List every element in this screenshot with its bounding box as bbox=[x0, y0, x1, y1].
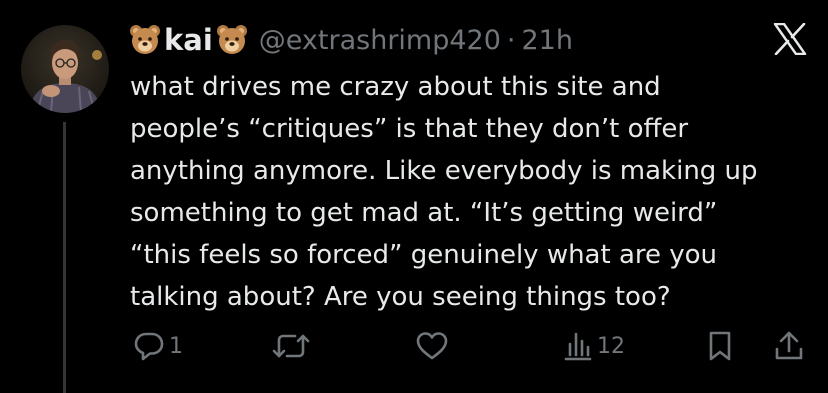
views-button[interactable]: 12 bbox=[563, 328, 625, 364]
views-icon bbox=[564, 332, 592, 361]
x-logo-icon bbox=[773, 22, 807, 56]
bear-face-emoji bbox=[128, 23, 162, 57]
share-button[interactable] bbox=[773, 328, 805, 364]
user-handle[interactable]: @extrashrimp420 bbox=[259, 25, 501, 56]
display-name[interactable]: kai bbox=[164, 23, 213, 57]
like-button[interactable] bbox=[415, 328, 453, 364]
reply-button[interactable]: 1 bbox=[133, 328, 183, 364]
repost-icon bbox=[272, 334, 310, 358]
profile-photo bbox=[21, 25, 109, 113]
bookmark-button[interactable] bbox=[706, 328, 734, 364]
timestamp[interactable]: 21h bbox=[522, 25, 573, 56]
tweet-text: what drives me crazy about this site and… bbox=[130, 72, 758, 312]
tweet-header: kai @extrashrimp420 · 21h bbox=[128, 20, 573, 60]
tweet[interactable]: kai @extrashrimp420 · 21h what drives me… bbox=[0, 0, 828, 393]
thread-line bbox=[63, 122, 66, 393]
share-icon bbox=[775, 331, 803, 360]
repost-button[interactable] bbox=[271, 328, 315, 364]
reply-count: 1 bbox=[169, 333, 183, 359]
bear-face-emoji bbox=[215, 23, 249, 57]
views-count: 12 bbox=[597, 333, 625, 359]
bookmark-icon bbox=[709, 331, 731, 361]
reply-icon bbox=[134, 332, 164, 361]
avatar[interactable] bbox=[21, 25, 109, 113]
heart-icon bbox=[416, 332, 448, 360]
separator-dot: · bbox=[506, 24, 516, 56]
